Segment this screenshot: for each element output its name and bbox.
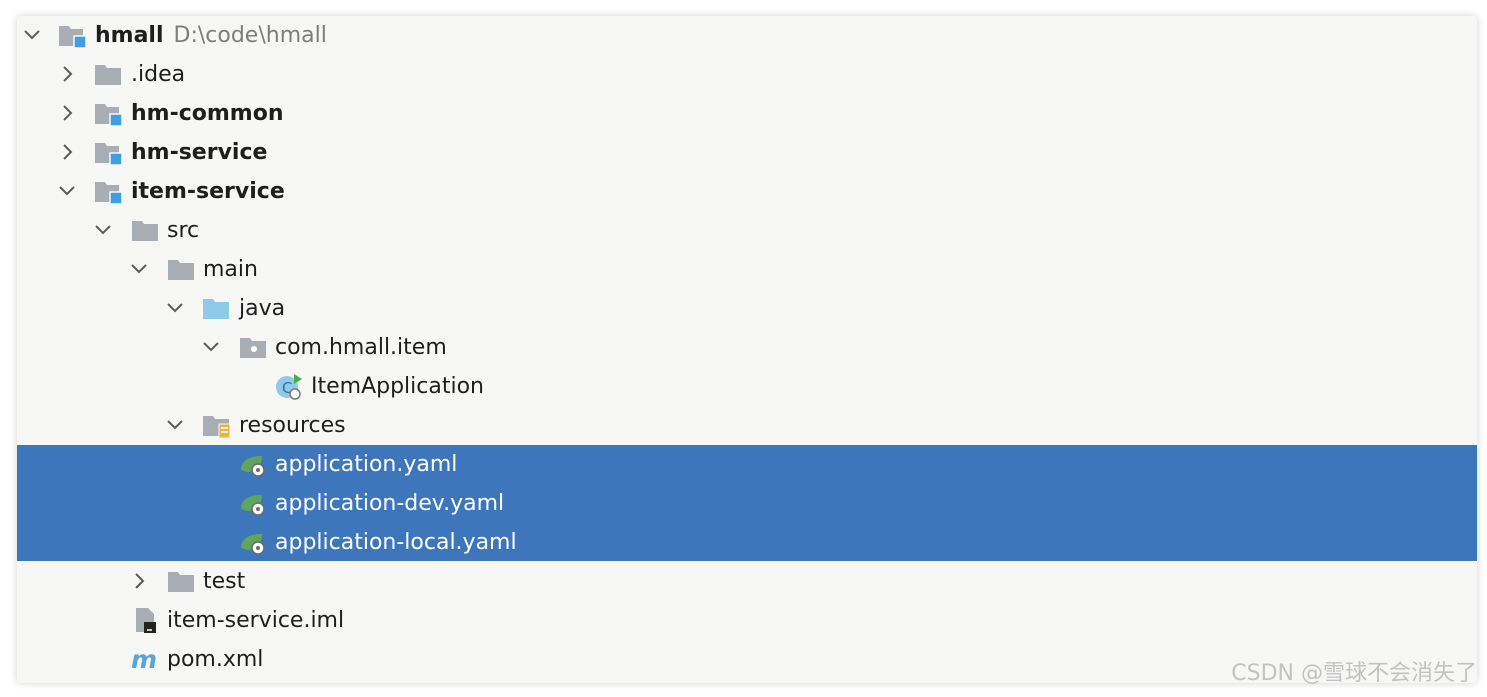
- chevron-down-icon[interactable]: [200, 336, 222, 358]
- source-folder-icon: [201, 294, 231, 322]
- chevron-down-icon[interactable]: [164, 414, 186, 436]
- chevron-right-icon[interactable]: [128, 570, 150, 592]
- tree-node-label: test: [203, 569, 246, 594]
- root-name: hmall: [95, 23, 164, 48]
- tree-node-label: hm-service: [131, 140, 268, 165]
- tree-node-label: ItemApplication: [311, 374, 485, 399]
- project-tree-panel: hmall D:\code\hmall .idea hm-common hm-se…: [17, 16, 1477, 683]
- chevron-down-icon[interactable]: [21, 24, 43, 46]
- iml-file-icon: [130, 606, 160, 634]
- folder-icon: [166, 255, 196, 283]
- tree-node-item-service[interactable]: item-service: [17, 172, 1477, 211]
- tree-node-iml[interactable]: item-service.iml: [17, 601, 1477, 640]
- spring-config-icon: [238, 528, 268, 556]
- chevron-right-icon[interactable]: [56, 63, 78, 85]
- tree-node-label: pom.xml: [167, 647, 264, 672]
- tree-node-label: application-dev.yaml: [275, 491, 505, 516]
- tree-node-test[interactable]: test: [17, 562, 1477, 601]
- tree-node-hmall[interactable]: hmall D:\code\hmall: [17, 16, 1477, 55]
- chevron-right-icon[interactable]: [56, 102, 78, 124]
- folder-icon: [130, 216, 160, 244]
- tree-node-label: item-service.iml: [167, 608, 345, 633]
- resources-folder-icon: [201, 411, 231, 439]
- tree-node-label: application.yaml: [275, 452, 458, 477]
- tree-node-src[interactable]: src: [17, 211, 1477, 250]
- tree-node-label: src: [167, 218, 200, 243]
- module-folder-icon: [57, 21, 87, 49]
- tree-node-label: com.hmall.item: [275, 335, 447, 360]
- module-folder-icon: [93, 138, 123, 166]
- chevron-down-icon[interactable]: [56, 180, 78, 202]
- root-path: D:\code\hmall: [173, 23, 327, 48]
- tree-node-label: hm-common: [131, 101, 284, 126]
- module-folder-icon: [93, 99, 123, 127]
- chevron-right-icon[interactable]: [56, 141, 78, 163]
- tree-node-label: hmall D:\code\hmall: [95, 22, 327, 49]
- folder-icon: [93, 60, 123, 88]
- tree-node-application-dev-yaml[interactable]: application-dev.yaml: [17, 484, 1477, 523]
- tree-node-resources[interactable]: resources: [17, 406, 1477, 445]
- watermark: CSDN @雪球不会消失了: [1231, 661, 1477, 686]
- chevron-down-icon[interactable]: [92, 219, 114, 241]
- spring-config-icon: [238, 450, 268, 478]
- spring-boot-class-icon: [274, 372, 304, 400]
- tree-node-application-local-yaml[interactable]: application-local.yaml: [17, 523, 1477, 561]
- package-icon: [238, 333, 268, 361]
- tree-node-label: application-local.yaml: [275, 530, 517, 555]
- spring-config-icon: [238, 489, 268, 517]
- tree-node-main[interactable]: main: [17, 250, 1477, 289]
- tree-node-label: resources: [239, 413, 346, 438]
- chevron-down-icon[interactable]: [128, 258, 150, 280]
- tree-node-item-application[interactable]: ItemApplication: [17, 367, 1477, 406]
- chevron-down-icon[interactable]: [164, 297, 186, 319]
- module-folder-icon: [93, 177, 123, 205]
- tree-node-label: .idea: [131, 62, 186, 87]
- tree-node-package[interactable]: com.hmall.item: [17, 328, 1477, 367]
- maven-icon: [130, 645, 160, 673]
- tree-node-hm-service[interactable]: hm-service: [17, 133, 1477, 172]
- tree-node-java[interactable]: java: [17, 289, 1477, 328]
- tree-node-label: java: [239, 296, 286, 321]
- tree-node-application-yaml[interactable]: application.yaml: [17, 445, 1477, 484]
- tree-node-hm-common[interactable]: hm-common: [17, 94, 1477, 133]
- tree-node-idea[interactable]: .idea: [17, 55, 1477, 94]
- folder-icon: [166, 567, 196, 595]
- tree-node-label: main: [203, 257, 258, 282]
- tree-node-label: item-service: [131, 179, 285, 204]
